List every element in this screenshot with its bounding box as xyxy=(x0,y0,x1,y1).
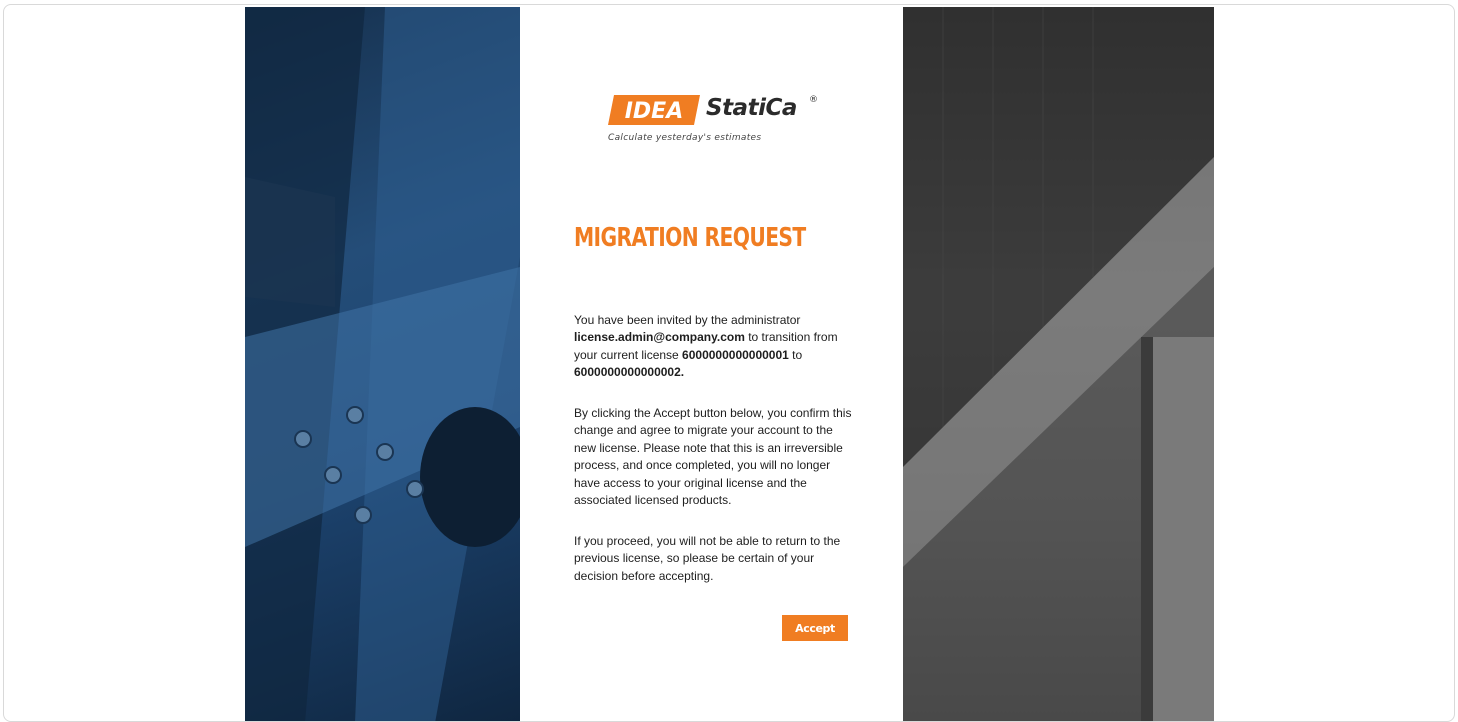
steel-beam-image xyxy=(245,7,520,721)
new-license-id: 6000000000000002. xyxy=(574,365,685,380)
logo-word: StatiCa xyxy=(706,95,797,121)
content-panel: IDEA StatiCa ® Calculate yesterday's est… xyxy=(520,7,903,721)
concrete-structure-image xyxy=(903,7,1214,721)
final-paragraph: If you proceed, you will not be able to … xyxy=(574,534,841,583)
invitation-to: to xyxy=(788,347,803,362)
invitation-paragraph: You have been invited by the administrat… xyxy=(574,312,854,382)
admin-email: license.admin@company.com xyxy=(574,330,745,345)
idea-logo-mark-icon: IDEA xyxy=(608,95,700,125)
idea-statica-logo: IDEA StatiCa ® Calculate yesterday's est… xyxy=(608,95,828,155)
warning-paragraph: By clicking the Accept button below, you… xyxy=(574,406,852,508)
registered-mark: ® xyxy=(809,95,818,105)
current-license-id: 6000000000000001 xyxy=(682,347,789,362)
page-title: MIGRATION REQUEST xyxy=(574,223,806,253)
browser-viewport: IDEA StatiCa ® Calculate yesterday's est… xyxy=(3,4,1455,722)
accept-button[interactable]: Accept xyxy=(782,615,848,641)
invitation-intro: You have been invited by the administrat… xyxy=(574,313,801,327)
logo-mark-text: IDEA xyxy=(625,99,684,124)
migration-page: IDEA StatiCa ® Calculate yesterday's est… xyxy=(245,7,1214,721)
logo-tagline: Calculate yesterday's estimates xyxy=(608,133,762,143)
